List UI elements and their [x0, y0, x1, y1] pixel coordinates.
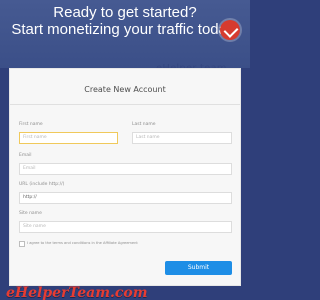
- promo-banner: Ready to get started? Start monetizing y…: [0, 0, 250, 68]
- email-input[interactable]: Email: [19, 163, 232, 175]
- url-label: URL (include http://): [19, 182, 65, 187]
- agreement-checkbox[interactable]: [19, 241, 25, 247]
- agreement-text: I agree to the terms and conditions in t…: [27, 241, 138, 245]
- submit-button[interactable]: Submit: [165, 261, 232, 275]
- site-name-label: Site name: [19, 211, 42, 216]
- last-name-label: Last name: [132, 122, 156, 127]
- last-name-input[interactable]: Last name: [132, 132, 232, 144]
- page: Ready to get started? Start monetizing y…: [0, 0, 250, 300]
- email-label: Email: [19, 153, 32, 158]
- checkmark-badge-icon: [220, 20, 240, 40]
- url-input[interactable]: http://: [19, 192, 232, 204]
- watermark-strip: eHelperTeam.com: [0, 286, 250, 300]
- banner-heading-line-2: Start monetizing your traffic today!: [11, 21, 239, 38]
- first-name-input[interactable]: First name: [19, 132, 118, 144]
- first-name-label: First name: [19, 122, 43, 127]
- create-account-card: Create New Account First name First name…: [9, 68, 241, 286]
- agreement-row: I agree to the terms and conditions in t…: [19, 241, 239, 247]
- site-watermark: eHelperTeam.com: [6, 286, 148, 300]
- site-name-input[interactable]: Site name: [19, 221, 232, 233]
- banner-heading-line-1: Ready to get started?: [53, 4, 197, 21]
- title-divider: [10, 104, 240, 105]
- form-title: Create New Account: [84, 85, 166, 94]
